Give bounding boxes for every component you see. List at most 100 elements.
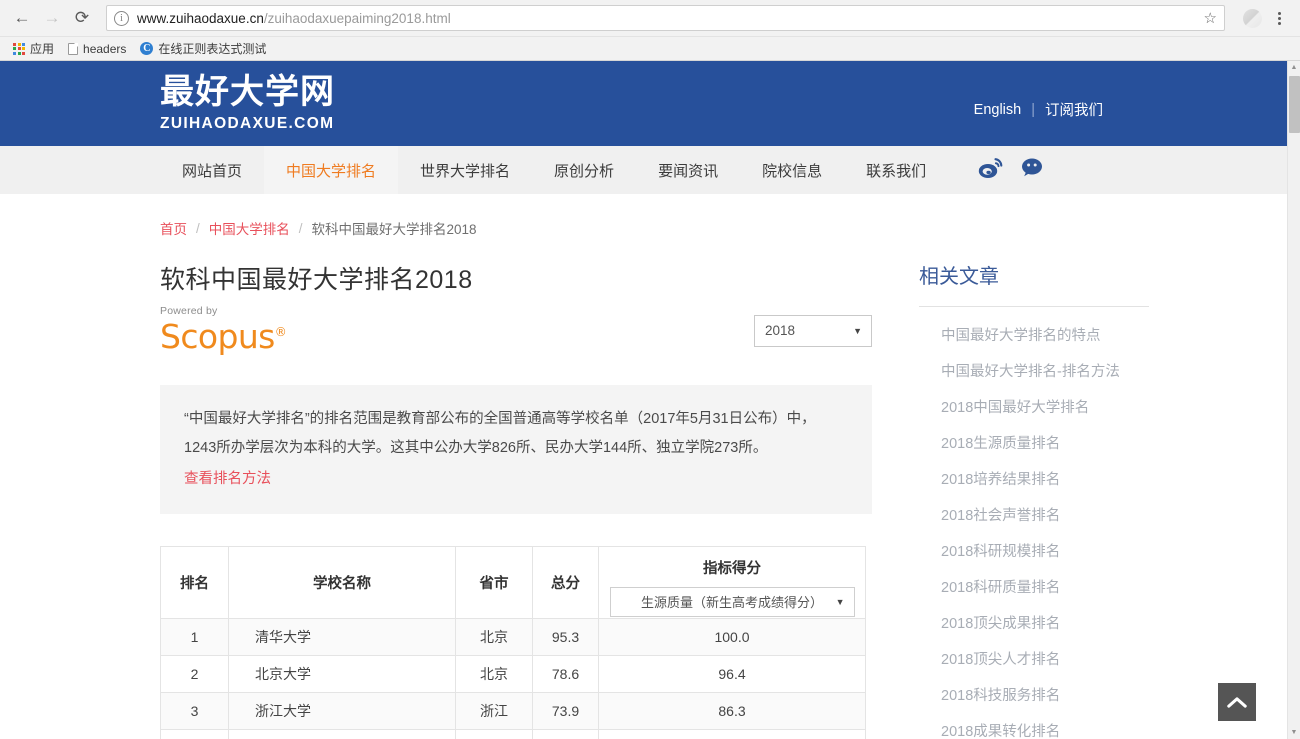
wechat-icon[interactable] <box>1020 157 1044 183</box>
nav-item-world-rankings[interactable]: 世界大学排名 <box>398 146 532 194</box>
reload-button[interactable]: ⟳ <box>68 4 96 32</box>
nav-item-news[interactable]: 要闻资讯 <box>636 146 740 194</box>
cell-total-score: 73.9 <box>532 691 599 730</box>
scrollbar-up-arrow[interactable]: ▲ <box>1288 61 1300 74</box>
c-favicon-icon: C <box>140 42 154 55</box>
sidebar-link-0[interactable]: 中国最好大学排名的特点 <box>919 316 1149 352</box>
main-column: 软科中国最好大学排名2018 Powered by Scopus® 2018 ▼… <box>160 260 872 739</box>
nav-item-original-analysis[interactable]: 原创分析 <box>532 146 636 194</box>
ranking-method-link[interactable]: 查看排名方法 <box>184 465 271 494</box>
sidebar-link-1[interactable]: 中国最好大学排名-排名方法 <box>919 352 1149 388</box>
sidebar-link-9[interactable]: 2018顶尖人才排名 <box>919 640 1149 676</box>
bookmark-regex-test[interactable]: C 在线正则表达式测试 <box>133 39 273 59</box>
cell-rank: 1 <box>160 617 229 656</box>
sidebar-link-10[interactable]: 2018科技服务排名 <box>919 676 1149 712</box>
cell-province: 北京 <box>455 654 533 693</box>
english-link[interactable]: English <box>974 102 1022 118</box>
notice-line-2: 1243所办学层次为本科的大学。这其中公办大学826所、民办大学144所、独立学… <box>184 439 768 456</box>
document-icon <box>68 42 79 55</box>
bookmark-headers[interactable]: headers <box>61 39 133 59</box>
back-to-top-button[interactable] <box>1218 683 1256 721</box>
scrollbar-down-arrow[interactable]: ▼ <box>1288 726 1300 739</box>
table-header-row: 排名 学校名称 省市 总分 指标得分 生源质量（新生高考成绩得分） ▼ <box>160 545 866 619</box>
weibo-icon[interactable] <box>978 157 1004 184</box>
scopus-and-year-row: Powered by Scopus® 2018 ▼ <box>160 306 872 353</box>
cell-province: 北京 <box>455 617 533 656</box>
cell-metric-score: 100.0 <box>598 617 866 656</box>
chevron-up-icon <box>1227 696 1247 708</box>
table-row[interactable]: 2 北京大学 北京 78.6 96.4 <box>160 654 866 693</box>
profile-avatar-icon[interactable] <box>1243 8 1262 28</box>
bookmark-apps[interactable]: 应用 <box>6 39 61 59</box>
sidebar-link-4[interactable]: 2018培养结果排名 <box>919 460 1149 496</box>
table-row[interactable]: 1 清华大学 北京 95.3 100.0 <box>160 617 866 656</box>
column-header-name: 学校名称 <box>228 545 456 619</box>
address-bar[interactable]: i www.zuihaodaxue.cn/zuihaodaxuepaiming2… <box>106 5 1225 31</box>
sidebar-link-list: 中国最好大学排名的特点 中国最好大学排名-排名方法 2018中国最好大学排名 2… <box>919 316 1149 739</box>
cell-university-name: 上海交通大学 <box>228 728 456 739</box>
table-row[interactable]: 4 上海交通大学 上海 73.1 90.5 <box>160 728 866 739</box>
url-path: /zuihaodaxuepaiming2018.html <box>263 10 451 26</box>
cell-university-name: 北京大学 <box>228 654 456 693</box>
breadcrumb-home[interactable]: 首页 <box>160 218 187 238</box>
sidebar-link-11[interactable]: 2018成果转化排名 <box>919 712 1149 739</box>
cell-province: 浙江 <box>455 691 533 730</box>
chevron-down-icon: ▼ <box>853 325 862 336</box>
cell-metric-score: 90.5 <box>598 728 866 739</box>
cell-university-name: 浙江大学 <box>228 691 456 730</box>
scopus-registered-mark: ® <box>274 324 287 339</box>
table-row[interactable]: 3 浙江大学 浙江 73.9 86.3 <box>160 691 866 730</box>
cell-university-name: 清华大学 <box>228 617 456 656</box>
url-text: www.zuihaodaxue.cn/zuihaodaxuepaiming201… <box>137 11 451 26</box>
nav-item-contact[interactable]: 联系我们 <box>844 146 948 194</box>
social-icons <box>978 146 1044 194</box>
sidebar-link-2[interactable]: 2018中国最好大学排名 <box>919 388 1149 424</box>
bookmark-regex-test-label: 在线正则表达式测试 <box>158 42 267 56</box>
logo-english-text: ZUIHAODAXUE.COM <box>160 115 335 133</box>
breadcrumb-separator-1: / <box>196 220 200 236</box>
browser-viewport: 最好大学网 ZUIHAODAXUE.COM English | 订阅我们 网站首… <box>0 61 1300 739</box>
scopus-wordmark: Scopus® <box>160 320 287 353</box>
site-logo[interactable]: 最好大学网 ZUIHAODAXUE.COM <box>160 75 335 132</box>
bookmark-apps-label: 应用 <box>30 42 55 56</box>
metric-group-label: 指标得分 <box>703 560 761 577</box>
cell-total-score: 73.1 <box>532 728 599 739</box>
site-info-icon[interactable]: i <box>114 10 129 26</box>
column-header-rank: 排名 <box>160 545 229 619</box>
browser-chrome: ← → ⟳ i www.zuihaodaxue.cn/zuihaodaxuepa… <box>0 0 1300 61</box>
breadcrumb-separator-2: / <box>298 220 303 236</box>
back-button[interactable]: ← <box>8 4 36 32</box>
breadcrumb-current: 软科中国最好大学排名2018 <box>311 222 477 237</box>
nav-item-institution-info[interactable]: 院校信息 <box>740 146 844 194</box>
scrollbar-thumb[interactable] <box>1289 76 1300 133</box>
year-select-value: 2018 <box>765 323 796 338</box>
sidebar-link-6[interactable]: 2018科研规模排名 <box>919 532 1149 568</box>
cell-province: 上海 <box>455 728 533 739</box>
forward-button[interactable]: → <box>38 4 66 32</box>
scopus-logo: Powered by Scopus® <box>160 305 287 353</box>
content-area: 软科中国最好大学排名2018 Powered by Scopus® 2018 ▼… <box>160 260 1287 739</box>
nav-item-china-rankings[interactable]: 中国大学排名 <box>264 146 399 194</box>
page-scrollbar[interactable]: ▲ ▼ <box>1287 61 1300 739</box>
subscribe-link[interactable]: 订阅我们 <box>1045 99 1103 120</box>
web-page: 最好大学网 ZUIHAODAXUE.COM English | 订阅我们 网站首… <box>0 61 1287 739</box>
sidebar-link-5[interactable]: 2018社会声誉排名 <box>919 496 1149 532</box>
scopus-powered-by-label: Powered by <box>160 305 218 317</box>
browser-menu-icon[interactable] <box>1270 11 1288 25</box>
notice-line-1: “中国最好大学排名”的排名范围是教育部公布的全国普通高等学校名单（2017年5月… <box>184 410 816 427</box>
page-title: 软科中国最好大学排名2018 <box>160 266 473 294</box>
sidebar: 相关文章 中国最好大学排名的特点 中国最好大学排名-排名方法 2018中国最好大… <box>919 260 1149 739</box>
bookmark-headers-label: headers <box>83 41 127 56</box>
sidebar-link-7[interactable]: 2018科研质量排名 <box>919 568 1149 604</box>
sidebar-link-8[interactable]: 2018顶尖成果排名 <box>919 604 1149 640</box>
header-links: English | 订阅我们 <box>974 99 1103 120</box>
breadcrumb-section[interactable]: 中国大学排名 <box>209 218 290 238</box>
bookmark-star-icon[interactable]: ☆ <box>1204 9 1217 27</box>
sidebar-link-3[interactable]: 2018生源质量排名 <box>919 424 1149 460</box>
ranking-table: 排名 学校名称 省市 总分 指标得分 生源质量（新生高考成绩得分） ▼ 1 清华… <box>160 545 866 739</box>
cell-metric-score: 86.3 <box>598 691 866 730</box>
ranking-table-body: 1 清华大学 北京 95.3 100.0 2 北京大学 北京 78.6 96.4 <box>160 617 866 739</box>
metric-select[interactable]: 生源质量（新生高考成绩得分） ▼ <box>609 586 855 617</box>
nav-item-home[interactable]: 网站首页 <box>160 146 264 194</box>
year-select[interactable]: 2018 ▼ <box>754 314 872 347</box>
